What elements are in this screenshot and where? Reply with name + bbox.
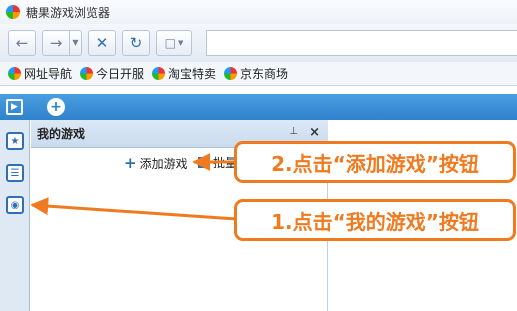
bookmark-label: 今日开服	[96, 67, 145, 81]
star-icon: ★	[10, 135, 20, 147]
bookmark-label: 京东商场	[240, 67, 289, 81]
game-icon: ◉	[10, 199, 20, 211]
favorites-button[interactable]: ★	[6, 132, 24, 150]
bookmark-label: 网址导航	[24, 67, 73, 81]
chevron-down-icon: ▼	[72, 38, 79, 47]
panel-title: 我的游戏	[37, 127, 86, 141]
left-sidebar: ★ ☰ ◉	[0, 120, 30, 311]
forward-dropdown-button[interactable]: ▼	[70, 30, 82, 56]
bookmark-logo-icon	[152, 67, 166, 80]
bookmark-label: 淘宝特卖	[168, 67, 217, 81]
callout-step-1-text: 1.点击“我的游戏”按钮	[271, 209, 479, 234]
plus-icon: +	[50, 99, 62, 115]
address-bar[interactable]	[206, 30, 517, 56]
browser-window: 糖果游戏浏览器 ← → ▼ ✕ ↻ □ ▼ 网址导航 今日开服 淘宝特卖 京东商…	[0, 0, 517, 311]
history-button[interactable]: ☰	[6, 164, 24, 182]
arrow-right-icon: →	[49, 33, 63, 52]
callout-step-1: 1.点击“我的游戏”按钮	[234, 199, 516, 241]
callout-step-2: 2.点击“添加游戏”按钮	[234, 141, 516, 183]
batch-button[interactable]: 批量	[198, 154, 237, 171]
new-page-button[interactable]: □ ▼	[156, 30, 192, 56]
bookmark-item[interactable]: 淘宝特卖	[152, 65, 216, 82]
bookmark-item[interactable]: 今日开服	[80, 65, 144, 82]
bookmark-item[interactable]: 京东商场	[224, 65, 288, 82]
close-icon: ✕	[95, 33, 109, 52]
new-tab-button[interactable]: +	[47, 98, 65, 116]
refresh-button[interactable]: ↻	[122, 30, 150, 56]
refresh-icon: ↻	[129, 33, 143, 52]
pin-icon[interactable]: ⊥	[289, 126, 298, 137]
forward-button[interactable]: →	[42, 30, 70, 56]
bookmarks-bar: 网址导航 今日开服 淘宝特卖 京东商场	[0, 62, 517, 86]
list-icon: ☰	[10, 167, 20, 179]
window-title: 糖果游戏浏览器	[26, 5, 111, 20]
bookmark-item[interactable]: 网址导航	[8, 65, 72, 82]
callout-step-2-text: 2.点击“添加游戏”按钮	[271, 151, 479, 176]
bookmark-logo-icon	[224, 67, 238, 80]
add-game-button[interactable]: + 添加游戏	[124, 154, 188, 172]
app-logo-icon	[6, 5, 20, 19]
navigation-toolbar: ← → ▼ ✕ ↻ □ ▼	[0, 24, 517, 62]
bookmark-logo-icon	[8, 67, 21, 80]
add-game-label: 添加游戏	[139, 156, 188, 171]
chevron-down-icon: ▼	[177, 38, 184, 47]
batch-icon	[198, 157, 210, 168]
tab-strip: ▶ +	[0, 94, 517, 120]
panel-close-button[interactable]: ×	[309, 125, 320, 140]
my-games-button[interactable]: ◉	[6, 196, 24, 214]
back-button[interactable]: ←	[8, 30, 36, 56]
bookmark-logo-icon	[80, 67, 94, 80]
sidebar-toggle-button[interactable]: ▶	[6, 99, 23, 115]
stop-button[interactable]: ✕	[88, 30, 116, 56]
page-icon: □	[164, 36, 176, 50]
plus-icon: +	[124, 154, 137, 172]
arrow-left-icon: ←	[15, 33, 29, 52]
play-icon: ▶	[11, 102, 18, 112]
title-bar: 糖果游戏浏览器	[0, 0, 517, 24]
